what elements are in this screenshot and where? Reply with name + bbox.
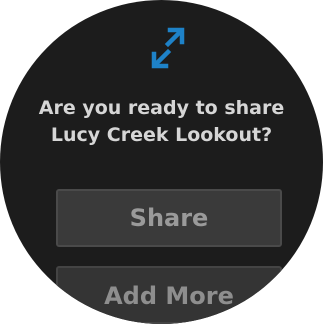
add-more-button[interactable]: Add More xyxy=(56,266,282,324)
share-button[interactable]: Share xyxy=(56,189,282,247)
share-prompt: Are you ready to share Lucy Creek Lookou… xyxy=(30,95,293,149)
watch-screen: Are you ready to share Lucy Creek Lookou… xyxy=(0,0,323,324)
share-arrows-icon xyxy=(151,27,185,69)
prompt-line-2: Lucy Creek Lookout? xyxy=(50,124,273,146)
prompt-line-1: Are you ready to share xyxy=(38,97,285,119)
